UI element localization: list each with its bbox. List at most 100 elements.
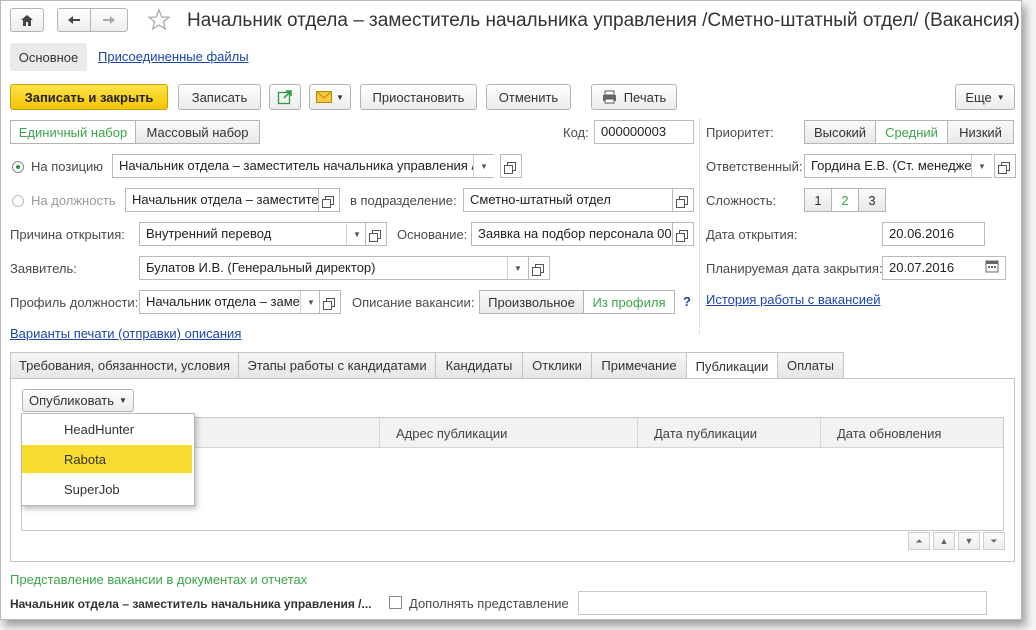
representation-value: Начальник отдела – заместитель начальник… — [10, 597, 372, 611]
tab-stages[interactable]: Этапы работы с кандидатами — [238, 352, 436, 379]
menu-item-rabota[interactable]: Rabota — [22, 445, 192, 473]
mail-button[interactable]: ▼ — [309, 84, 351, 110]
open-department-button[interactable] — [672, 188, 694, 212]
complexity-1[interactable]: 1 — [804, 188, 832, 212]
applicant-field[interactable]: Булатов И.В. (Генеральный директор) — [139, 256, 528, 280]
open-profile-button[interactable] — [319, 290, 341, 314]
supplement-checkbox[interactable] — [389, 596, 402, 609]
scroll-first-button[interactable]: ⏶ — [908, 532, 930, 550]
tab-attached-files[interactable]: Присоединенные файлы — [98, 49, 249, 64]
more-button-label: Еще — [965, 89, 992, 105]
mass-mode-toggle[interactable]: Массовый набор — [135, 120, 260, 144]
chevron-down-icon[interactable]: ▼ — [300, 291, 321, 313]
representation-field[interactable] — [578, 591, 987, 615]
chevron-down-icon[interactable]: ▼ — [473, 155, 494, 177]
chevron-down-icon: ▼ — [996, 92, 1005, 102]
complexity-3[interactable]: 3 — [858, 188, 886, 212]
position-value: Начальник отдела – заместитель начальник… — [119, 158, 485, 173]
scroll-last-button[interactable]: ⏷ — [983, 532, 1005, 550]
profile-field[interactable]: Начальник отдела – заме — [139, 290, 321, 314]
basis-field[interactable]: Заявка на подбор персонала 000( — [471, 222, 673, 246]
save-button[interactable]: Записать — [178, 84, 261, 110]
complexity-2[interactable]: 2 — [831, 188, 859, 212]
printer-icon — [602, 90, 616, 104]
column-divider — [699, 119, 700, 334]
chevron-down-icon[interactable]: ▼ — [971, 155, 992, 177]
open-responsible-button[interactable] — [994, 154, 1016, 178]
tab-publications[interactable]: Публикации — [686, 352, 778, 380]
chevron-down-icon: ▼ — [119, 396, 127, 405]
star-icon[interactable] — [147, 8, 171, 35]
open-icon — [675, 229, 688, 242]
priority-medium[interactable]: Средний — [875, 120, 948, 144]
open-date-field[interactable]: 20.06.2016 — [882, 222, 985, 246]
post-field[interactable]: Начальник отдела – заместител — [125, 188, 319, 212]
open-post-button[interactable] — [318, 188, 340, 212]
suspend-button[interactable]: Приостановить — [360, 84, 477, 110]
open-icon — [997, 161, 1010, 174]
priority-high[interactable]: Высокий — [804, 120, 876, 144]
description-from-profile[interactable]: Из профиля — [583, 290, 675, 314]
back-button[interactable] — [57, 8, 91, 32]
reason-label: Причина открытия: — [10, 227, 125, 242]
publish-button[interactable]: Опубликовать ▼ — [22, 389, 134, 412]
print-button-label: Печать — [623, 89, 667, 105]
arrow-left-icon — [68, 16, 80, 24]
tab-main[interactable]: Основное — [10, 43, 87, 71]
save-close-button[interactable]: Записать и закрыть — [10, 84, 168, 110]
description-label: Описание вакансии: — [352, 295, 475, 310]
open-basis-button[interactable] — [672, 222, 694, 246]
single-mode-toggle[interactable]: Единичный набор — [10, 120, 136, 144]
scroll-up-button[interactable]: ▲ — [933, 532, 955, 550]
reason-value: Внутренний перевод — [146, 226, 272, 241]
open-applicant-button[interactable] — [528, 256, 550, 280]
column-header-pub-date[interactable]: Дата публикации — [638, 418, 821, 448]
cancel-button[interactable]: Отменить — [486, 84, 571, 110]
up-icon: ▲ — [939, 536, 949, 546]
open-reason-button[interactable] — [365, 222, 387, 246]
department-field[interactable]: Сметно-штатный отдел — [463, 188, 673, 212]
double-up-icon: ⏶ — [915, 535, 923, 546]
open-position-button[interactable] — [500, 154, 522, 178]
down-icon: ▼ — [964, 536, 974, 546]
tab-candidates[interactable]: Кандидаты — [435, 352, 523, 379]
position-field[interactable]: Начальник отдела – заместитель начальник… — [112, 154, 494, 178]
print-button[interactable]: Печать — [591, 84, 677, 110]
position-label: На позицию — [31, 159, 104, 174]
column-header-address[interactable]: Адрес публикации — [380, 418, 638, 448]
chevron-down-icon[interactable]: ▼ — [346, 223, 367, 245]
open-icon — [675, 195, 688, 208]
more-button[interactable]: Еще ▼ — [955, 84, 1015, 110]
tab-notes[interactable]: Примечание — [591, 352, 687, 379]
home-button[interactable] — [10, 8, 44, 32]
tab-requirements[interactable]: Требования, обязанности, условия — [10, 352, 239, 379]
applicant-value: Булатов И.В. (Генеральный директор) — [146, 260, 376, 275]
chevron-down-icon[interactable]: ▼ — [507, 257, 528, 279]
envelope-icon — [316, 91, 333, 103]
scroll-down-button[interactable]: ▼ — [958, 532, 980, 550]
post-radio[interactable] — [12, 195, 24, 207]
position-radio[interactable] — [12, 161, 24, 173]
home-icon — [21, 14, 33, 26]
reason-field[interactable]: Внутренний перевод — [139, 222, 367, 246]
double-down-icon: ⏷ — [990, 535, 998, 546]
calendar-icon[interactable] — [985, 259, 999, 276]
print-variants-link[interactable]: Варианты печати (отправки) описания — [10, 326, 241, 341]
description-free[interactable]: Произвольное — [479, 290, 584, 314]
history-link[interactable]: История работы с вакансией — [706, 292, 881, 307]
open-external-button[interactable] — [269, 84, 301, 110]
help-icon[interactable]: ? — [683, 294, 691, 309]
forward-button[interactable] — [90, 8, 128, 32]
menu-item-headhunter[interactable]: HeadHunter — [22, 415, 192, 443]
complexity-label: Сложность: — [706, 193, 777, 208]
priority-low[interactable]: Низкий — [947, 120, 1014, 144]
menu-item-superjob[interactable]: SuperJob — [22, 475, 192, 503]
supplement-label: Дополнять представление — [409, 596, 569, 611]
chevron-down-icon: ▼ — [336, 92, 344, 102]
tab-payments[interactable]: Оплаты — [777, 352, 844, 379]
department-label: в подразделение: — [350, 193, 457, 208]
code-field[interactable]: 000000003 — [594, 120, 694, 144]
column-header-update-date[interactable]: Дата обновления — [821, 418, 1003, 448]
tab-responses[interactable]: Отклики — [522, 352, 592, 379]
responsible-field[interactable]: Гордина Е.В. (Ст. менедже — [804, 154, 992, 178]
